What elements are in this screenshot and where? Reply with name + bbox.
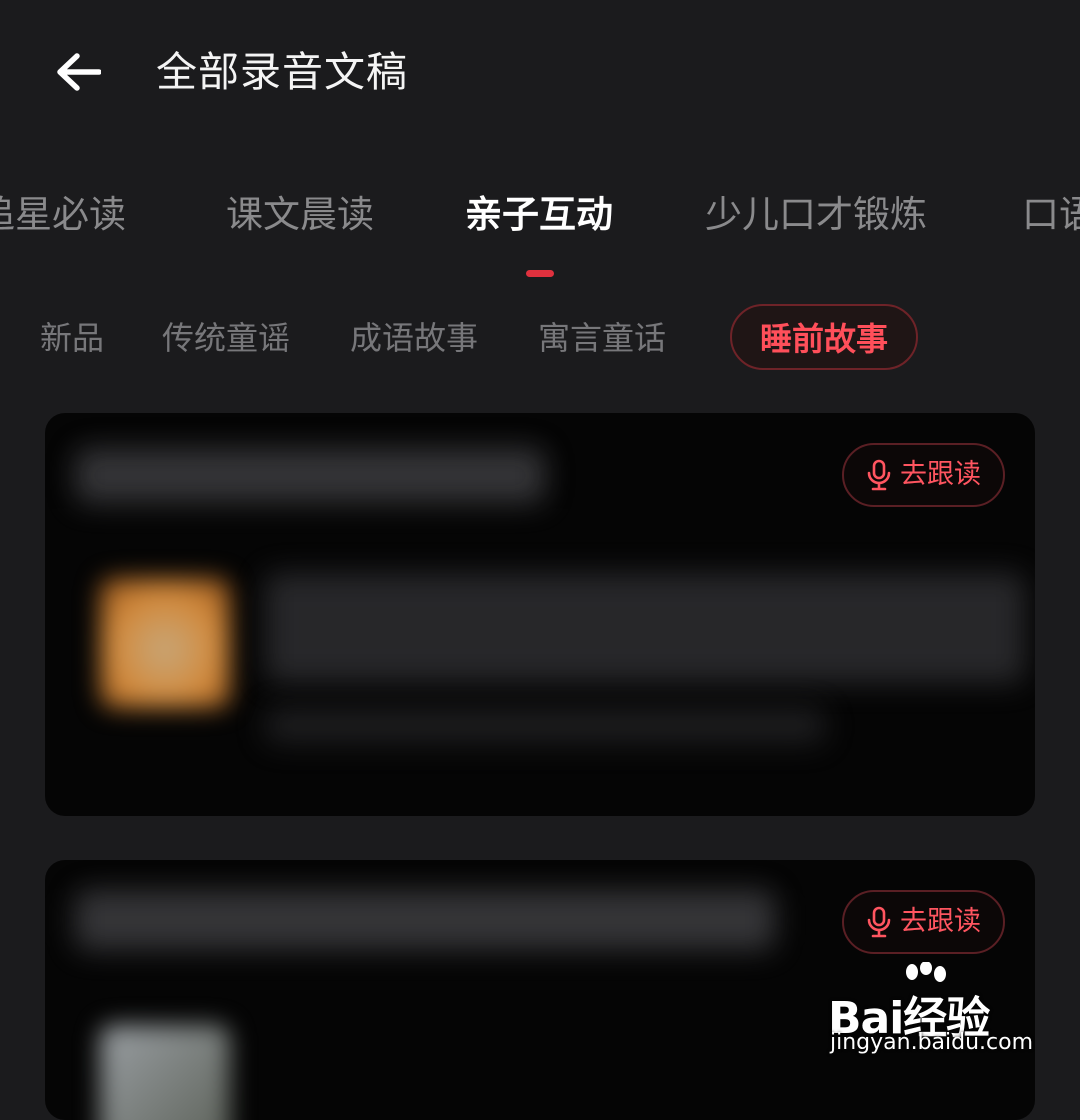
subtab-nursery-rhymes[interactable]: 传统童谣 bbox=[162, 305, 290, 371]
microphone-icon bbox=[867, 906, 891, 938]
watermark-url: jingyan.baidu.com bbox=[830, 1030, 1034, 1055]
tab-oral[interactable]: 口语 bbox=[1022, 185, 1080, 245]
follow-read-button[interactable]: 去跟读 bbox=[842, 443, 1005, 507]
follow-read-label: 去跟读 bbox=[900, 906, 981, 937]
blurred-meta bbox=[265, 708, 825, 743]
follow-read-button[interactable]: 去跟读 bbox=[842, 890, 1005, 954]
subcategory-tabs: 新品 传统童谣 成语故事 寓言童话 睡前故事 bbox=[0, 300, 1080, 376]
subtab-fables[interactable]: 寓言童话 bbox=[538, 305, 666, 371]
app-header: 全部录音文稿 bbox=[0, 0, 1080, 140]
arrow-left-icon bbox=[57, 53, 101, 91]
thumbnail-image bbox=[100, 578, 230, 708]
back-button[interactable] bbox=[50, 44, 106, 100]
page-title: 全部录音文稿 bbox=[156, 48, 408, 96]
tab-parent-child[interactable]: 亲子互动 bbox=[465, 185, 613, 245]
thumbnail-image bbox=[100, 1025, 230, 1120]
tab-kids-eloquence[interactable]: 少儿口才锻炼 bbox=[705, 185, 927, 245]
recording-card[interactable]: 去跟读 bbox=[45, 413, 1035, 816]
microphone-icon bbox=[867, 459, 891, 491]
baidu-jingyan-watermark: Bai经验 jingyan.baidu.com bbox=[828, 962, 1033, 1062]
blurred-title bbox=[75, 890, 775, 950]
tab-celebrity-reading[interactable]: 追星必读 bbox=[0, 185, 126, 245]
blurred-content bbox=[265, 573, 1025, 683]
subtab-new[interactable]: 新品 bbox=[40, 305, 104, 371]
tab-morning-reading[interactable]: 课文晨读 bbox=[226, 185, 374, 245]
follow-read-label: 去跟读 bbox=[900, 459, 981, 490]
active-tab-indicator bbox=[526, 270, 554, 277]
subtab-idiom-stories[interactable]: 成语故事 bbox=[350, 305, 478, 371]
blurred-title bbox=[75, 448, 545, 503]
subtab-bedtime-stories[interactable]: 睡前故事 bbox=[730, 304, 919, 370]
